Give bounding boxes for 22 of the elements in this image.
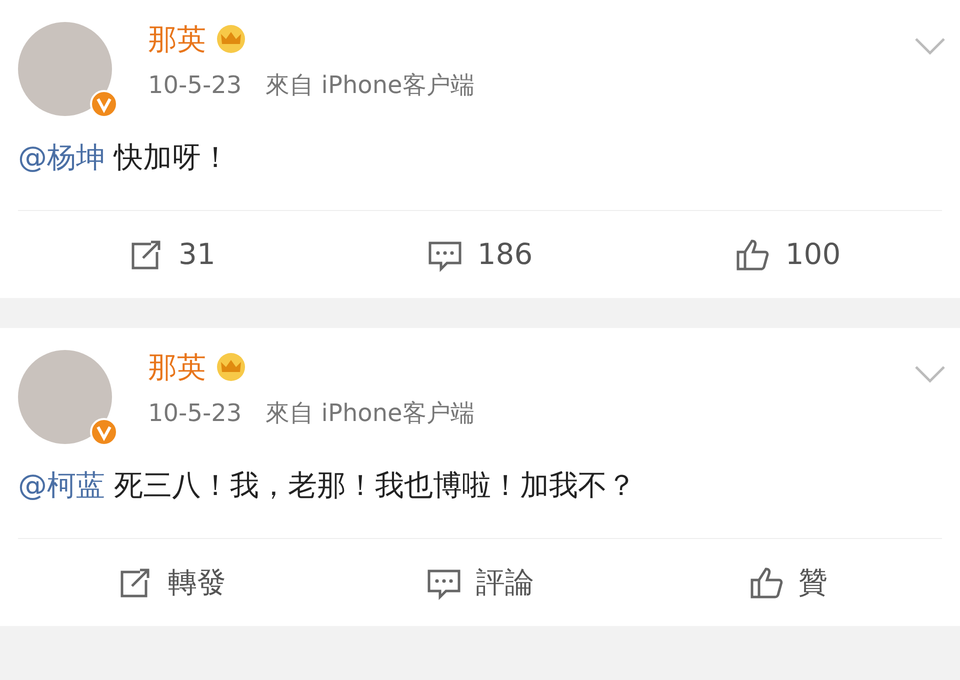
- crown-icon: [214, 352, 248, 382]
- comment-button[interactable]: 186: [326, 232, 634, 276]
- post-source: 來自 iPhone客户端: [266, 398, 474, 429]
- chevron-down-icon[interactable]: [914, 364, 946, 384]
- crown-icon: [214, 24, 248, 54]
- like-button[interactable]: 贊: [634, 560, 942, 604]
- post-text: 快加呀！: [114, 140, 230, 174]
- post-date: 10-5-23: [148, 398, 242, 429]
- mention-link[interactable]: @杨坤: [18, 140, 105, 174]
- repost-button[interactable]: 轉發: [18, 560, 326, 604]
- comment-button[interactable]: 評論: [326, 560, 634, 604]
- post-text: 死三八！我，老那！我也博啦！加我不？: [114, 468, 636, 502]
- chevron-down-icon[interactable]: [914, 36, 946, 56]
- thumbs-up-icon: [748, 566, 784, 600]
- thumbs-up-icon: [735, 238, 772, 272]
- post-date: 10-5-23: [148, 70, 242, 101]
- like-button[interactable]: 100: [634, 232, 942, 276]
- verified-badge-icon: [90, 90, 118, 118]
- mention-link[interactable]: @柯蓝: [18, 468, 105, 502]
- verified-badge-icon: [90, 418, 118, 446]
- repost-button[interactable]: 31: [18, 232, 326, 276]
- post-source: 來自 iPhone客户端: [266, 70, 474, 101]
